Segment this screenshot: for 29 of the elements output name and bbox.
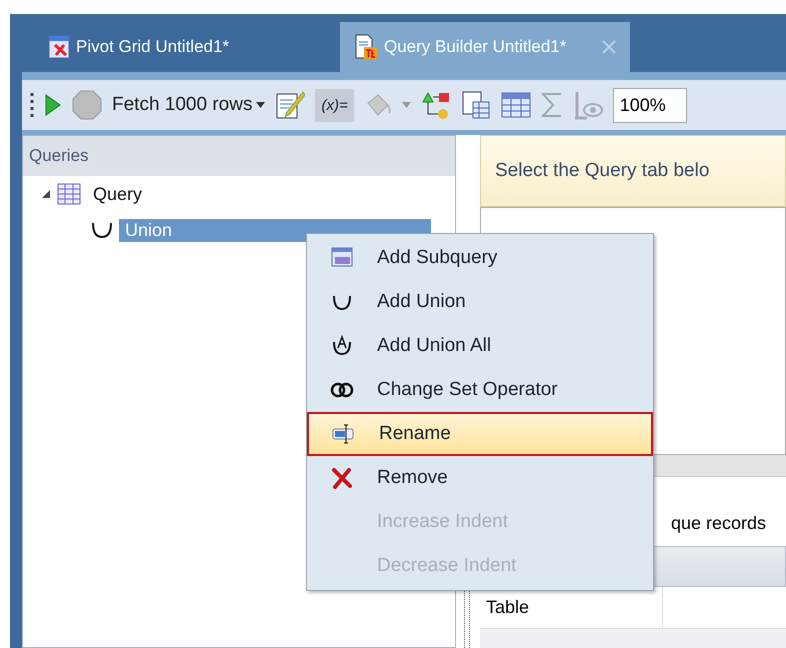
menu-item[interactable]: Remove xyxy=(307,456,653,500)
panel-title: Queries xyxy=(23,136,455,176)
menu-item[interactable]: Add Union All xyxy=(307,324,653,368)
option-label: que records xyxy=(670,512,766,534)
close-icon xyxy=(330,466,354,490)
document-icon xyxy=(354,34,378,60)
zoom-field[interactable]: 100% xyxy=(612,88,687,122)
expand-arrow-icon[interactable] xyxy=(41,189,51,199)
grip-icon[interactable] xyxy=(30,92,34,118)
rename-field-icon xyxy=(332,422,356,446)
edit-document-icon[interactable] xyxy=(275,90,306,120)
menu-item[interactable]: Change Set Operator xyxy=(307,368,653,412)
union-icon xyxy=(91,221,113,239)
fetch-rows-dropdown[interactable]: Fetch 1000 rows xyxy=(112,94,266,116)
stop-icon[interactable] xyxy=(72,90,102,120)
caret-icon[interactable] xyxy=(256,102,266,108)
grid-icon[interactable] xyxy=(500,91,531,119)
table-icon[interactable] xyxy=(460,90,491,120)
pivot-grid-icon xyxy=(48,35,70,59)
document-tab[interactable]: Pivot Grid Untitled1* xyxy=(34,22,340,72)
table-icon xyxy=(57,183,81,205)
diagram-icon[interactable] xyxy=(420,90,451,120)
menu-item[interactable]: Add Union xyxy=(307,280,653,324)
play-icon[interactable] xyxy=(44,93,62,117)
variables-button[interactable]: (x)= xyxy=(315,88,354,122)
menu-item[interactable]: Rename xyxy=(307,412,653,456)
tree-item[interactable]: Query xyxy=(87,182,148,206)
hint-message: Select the Query tab belo xyxy=(480,135,786,208)
union-all-icon xyxy=(330,334,354,358)
